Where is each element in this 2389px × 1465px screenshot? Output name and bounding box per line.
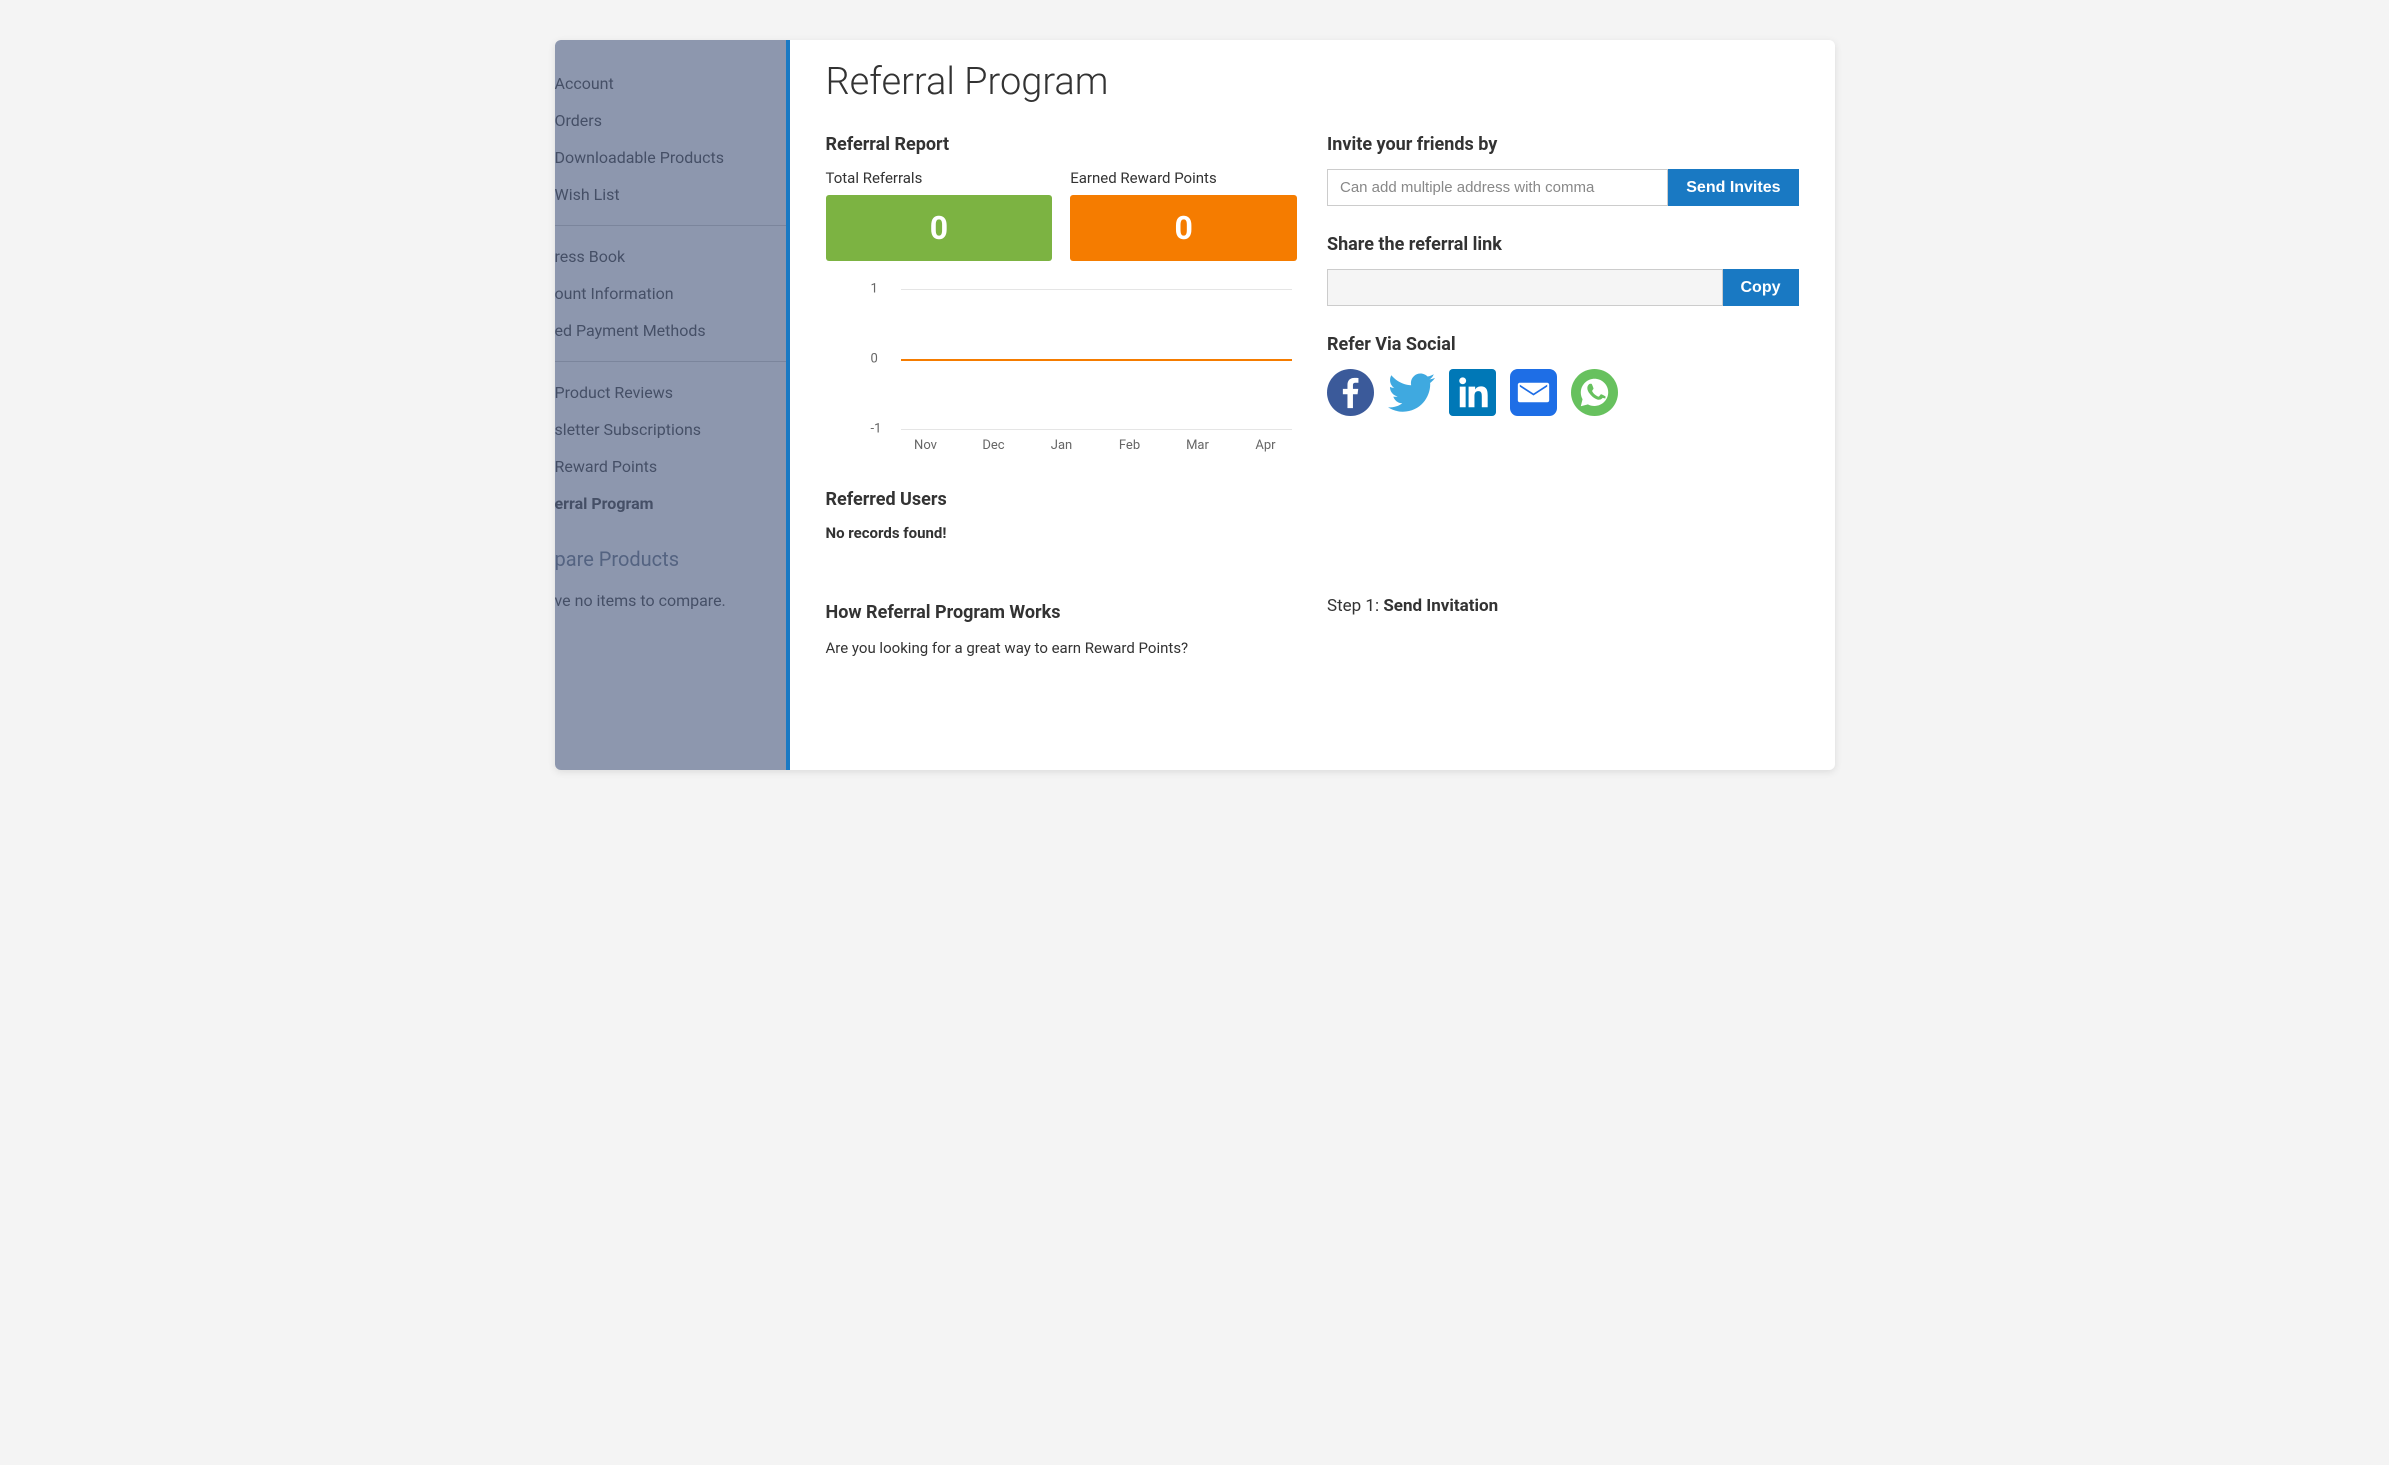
- how-works-text: Are you looking for a great way to earn …: [826, 637, 1298, 660]
- chart-xtick: Feb: [1119, 438, 1140, 453]
- sidebar-item-wishlist[interactable]: Wish List: [555, 176, 786, 213]
- facebook-icon[interactable]: [1327, 369, 1374, 416]
- stat-total-referrals: Total Referrals 0: [826, 169, 1053, 261]
- chart-xtick: Apr: [1255, 438, 1275, 453]
- chart-xtick: Jan: [1051, 438, 1072, 453]
- chart-xtick: Nov: [914, 438, 937, 453]
- stat-label: Earned Reward Points: [1070, 169, 1297, 187]
- sidebar-item-downloadable[interactable]: Downloadable Products: [555, 139, 786, 176]
- invite-heading: Invite your friends by: [1327, 134, 1799, 155]
- compare-note: ve no items to compare.: [555, 581, 786, 610]
- columns: Referral Report Total Referrals 0 Earned…: [826, 134, 1799, 660]
- chart-xtick: Mar: [1186, 438, 1209, 453]
- step-row: Step 1: Send Invitation: [1327, 596, 1799, 616]
- social-icons-row: [1327, 369, 1799, 416]
- sidebar-item-payment-methods[interactable]: ed Payment Methods: [555, 312, 786, 349]
- linkedin-icon[interactable]: [1449, 369, 1496, 416]
- chart-ytick: -1: [871, 422, 882, 437]
- whatsapp-icon[interactable]: [1571, 369, 1618, 416]
- main-content: Referral Program Referral Report Total R…: [790, 40, 1835, 770]
- email-icon[interactable]: [1510, 369, 1557, 416]
- report-heading: Referral Report: [826, 134, 1298, 155]
- column-left: Referral Report Total Referrals 0 Earned…: [826, 134, 1298, 660]
- invite-row: Send Invites: [1327, 169, 1799, 206]
- step-label: Step 1:: [1327, 596, 1383, 616]
- no-records-text: No records found!: [826, 524, 1298, 542]
- sidebar-item-reviews[interactable]: Product Reviews: [555, 374, 786, 411]
- sidebar-divider: [555, 361, 786, 362]
- referred-users-heading: Referred Users: [826, 489, 1298, 510]
- send-invites-button[interactable]: Send Invites: [1668, 169, 1798, 206]
- column-right: Invite your friends by Send Invites Shar…: [1327, 134, 1799, 660]
- sidebar-item-newsletter[interactable]: sletter Subscriptions: [555, 411, 786, 448]
- sidebar-item-address-book[interactable]: ress Book: [555, 238, 786, 275]
- stat-value: 0: [1070, 195, 1297, 261]
- social-heading: Refer Via Social: [1327, 334, 1799, 355]
- how-works-heading: How Referral Program Works: [826, 602, 1298, 623]
- sidebar-item-account[interactable]: Account: [555, 65, 786, 102]
- stats-row: Total Referrals 0 Earned Reward Points 0: [826, 169, 1298, 261]
- app-container: Account Orders Downloadable Products Wis…: [555, 40, 1835, 770]
- twitter-icon[interactable]: [1388, 369, 1435, 416]
- share-heading: Share the referral link: [1327, 234, 1799, 255]
- referral-link-input[interactable]: [1327, 269, 1723, 306]
- share-row: Copy: [1327, 269, 1799, 306]
- sidebar-item-account-info[interactable]: ount Information: [555, 275, 786, 312]
- chart-ytick: 1: [871, 282, 878, 297]
- stat-label: Total Referrals: [826, 169, 1053, 187]
- stat-reward-points: Earned Reward Points 0: [1070, 169, 1297, 261]
- compare-heading: pare Products: [555, 522, 786, 581]
- chart-ytick: 0: [871, 352, 878, 367]
- invite-email-input[interactable]: [1327, 169, 1668, 206]
- sidebar-item-reward-points[interactable]: Reward Points: [555, 448, 786, 485]
- copy-button[interactable]: Copy: [1723, 269, 1799, 306]
- sidebar: Account Orders Downloadable Products Wis…: [555, 40, 790, 770]
- step-title: Send Invitation: [1383, 596, 1498, 616]
- stat-value: 0: [826, 195, 1053, 261]
- chart-xtick: Dec: [982, 438, 1004, 453]
- sidebar-item-orders[interactable]: Orders: [555, 102, 786, 139]
- chart-series-line: [901, 359, 1293, 361]
- sidebar-item-referral-program[interactable]: erral Program: [555, 485, 786, 522]
- page-title: Referral Program: [826, 60, 1799, 104]
- sidebar-divider: [555, 225, 786, 226]
- referral-chart: 1 0 -1 Nov Dec Jan Feb Mar Apr: [826, 279, 1298, 459]
